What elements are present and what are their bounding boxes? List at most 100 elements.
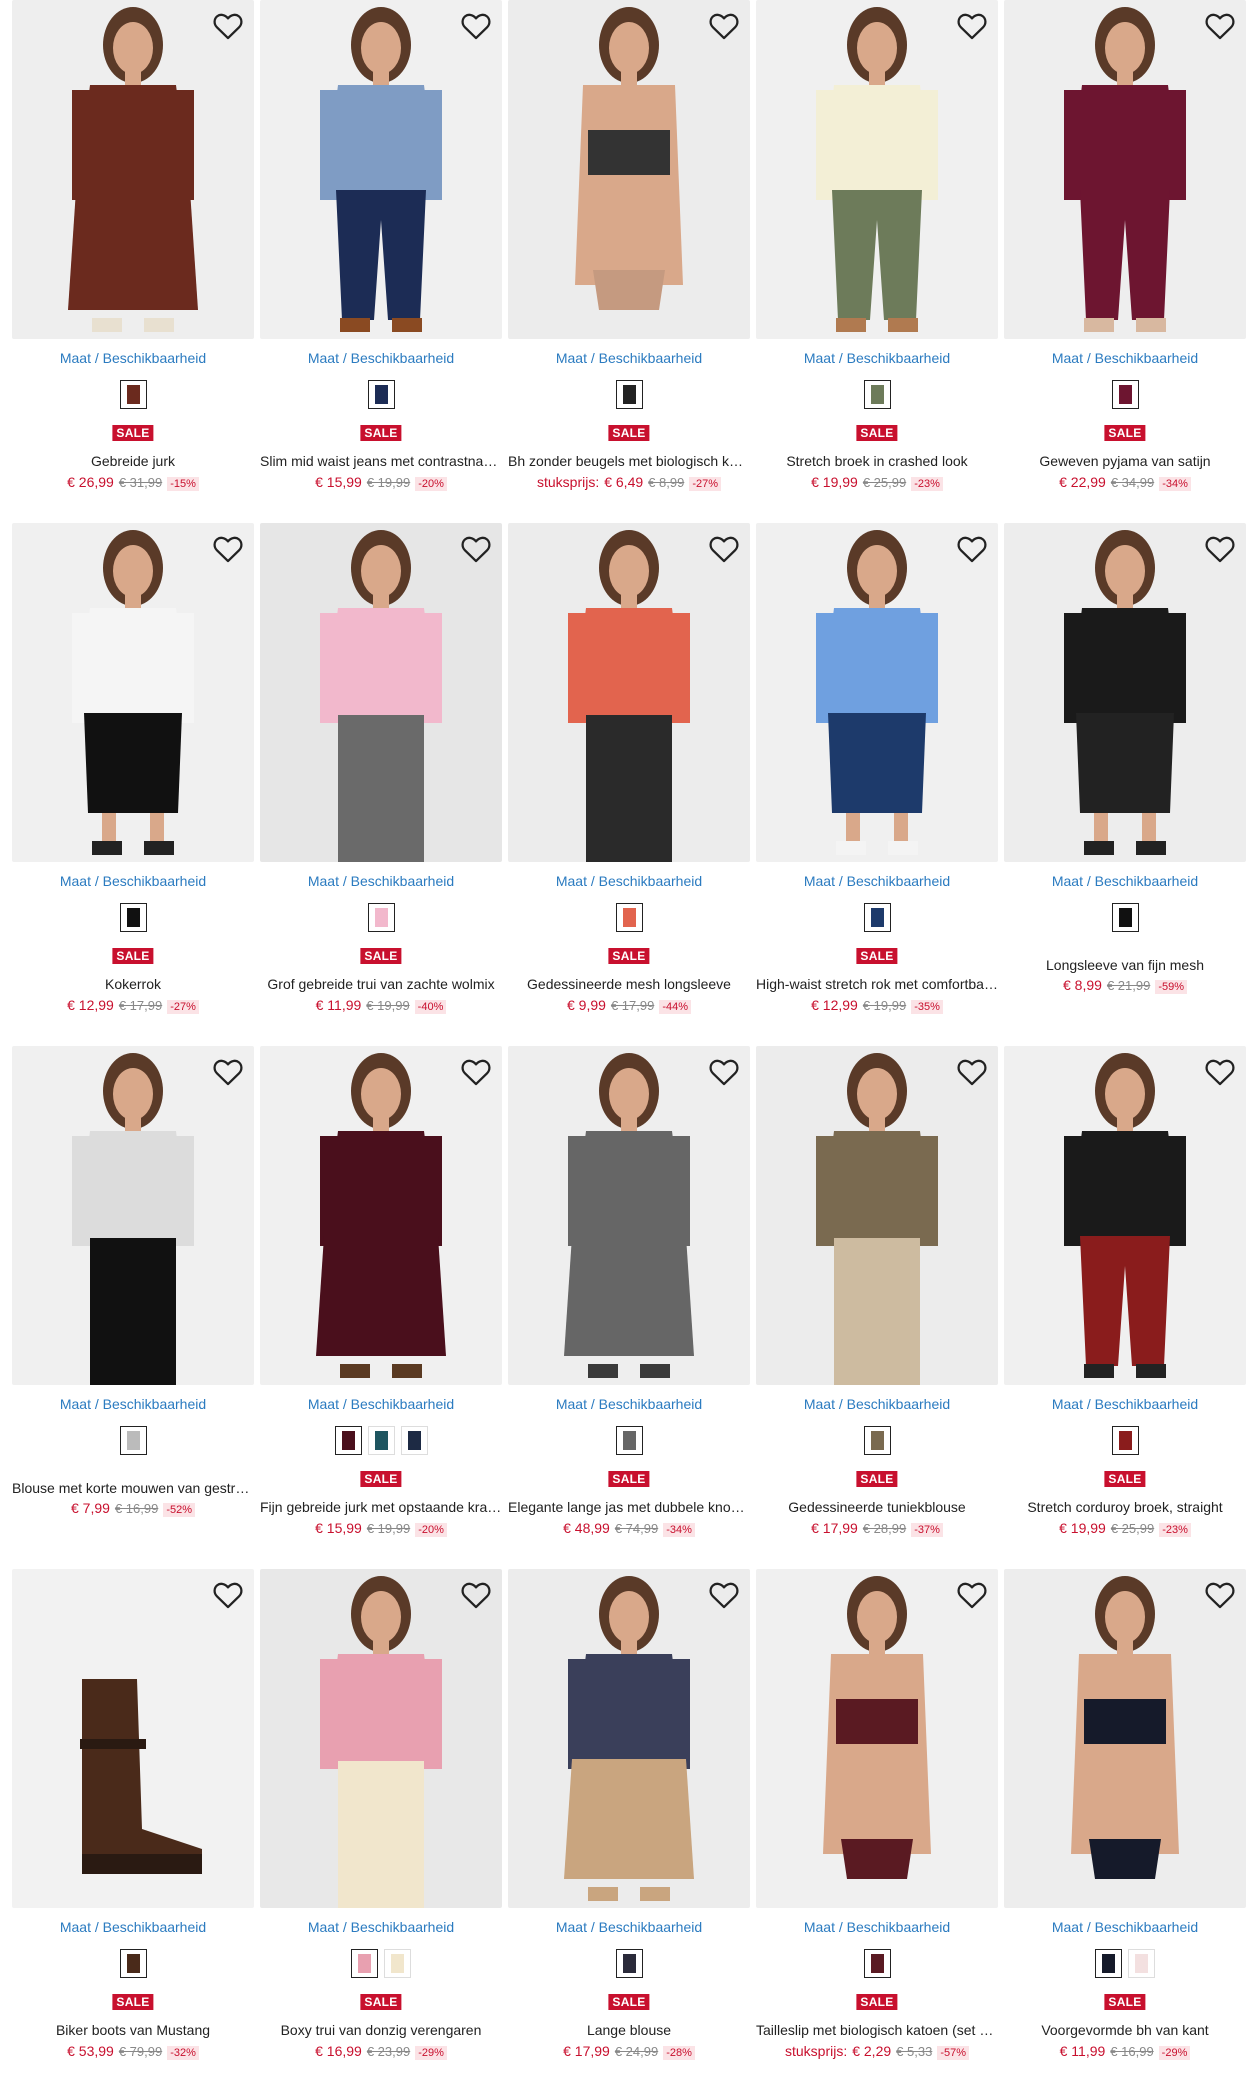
color-swatch[interactable]	[367, 380, 395, 409]
product-card[interactable]: Maat / Beschikbaarheid Longsleeve van fij…	[1004, 523, 1246, 1038]
product-card[interactable]: Maat / Beschikbaarheid SALE Voorgevormde b…	[1004, 1569, 1246, 2084]
product-image[interactable]	[508, 1046, 750, 1385]
color-swatch[interactable]	[119, 1949, 147, 1978]
product-image[interactable]	[1004, 523, 1246, 862]
size-availability-link[interactable]: Maat / Beschikbaarheid	[12, 1396, 254, 1412]
product-title[interactable]: Longsleeve van fijn mesh	[1004, 957, 1246, 973]
product-title[interactable]: Biker boots van Mustang	[12, 2022, 254, 2038]
product-image[interactable]	[508, 523, 750, 862]
color-swatch[interactable]	[119, 1426, 147, 1455]
color-swatch[interactable]	[1111, 380, 1139, 409]
product-image[interactable]	[756, 0, 998, 339]
product-card[interactable]: Maat / Beschikbaarheid SALE High-waist str…	[756, 523, 998, 1038]
product-title[interactable]: Lange blouse	[508, 2022, 750, 2038]
color-swatch[interactable]	[1128, 1949, 1155, 1978]
product-card[interactable]: Maat / Beschikbaarheid SALE Gedessineerde …	[508, 523, 750, 1038]
size-availability-link[interactable]: Maat / Beschikbaarheid	[12, 1919, 254, 1935]
size-availability-link[interactable]: Maat / Beschikbaarheid	[756, 1919, 998, 1935]
size-availability-link[interactable]: Maat / Beschikbaarheid	[756, 350, 998, 366]
size-availability-link[interactable]: Maat / Beschikbaarheid	[260, 1919, 502, 1935]
wishlist-heart-icon[interactable]	[707, 1578, 741, 1612]
product-card[interactable]: Maat / Beschikbaarheid SALE Grof gebreide …	[260, 523, 502, 1038]
color-swatch[interactable]	[615, 1426, 643, 1455]
wishlist-heart-icon[interactable]	[459, 532, 493, 566]
product-image[interactable]	[12, 1569, 254, 1908]
color-swatch[interactable]	[615, 380, 643, 409]
product-image[interactable]	[1004, 1569, 1246, 1908]
color-swatch[interactable]	[1111, 903, 1139, 932]
color-swatch[interactable]	[1111, 1426, 1139, 1455]
wishlist-heart-icon[interactable]	[955, 1055, 989, 1089]
color-swatch[interactable]	[863, 903, 891, 932]
size-availability-link[interactable]: Maat / Beschikbaarheid	[508, 1396, 750, 1412]
product-card[interactable]: Maat / Beschikbaarheid SALE Boxy trui van …	[260, 1569, 502, 2084]
size-availability-link[interactable]: Maat / Beschikbaarheid	[756, 1396, 998, 1412]
size-availability-link[interactable]: Maat / Beschikbaarheid	[260, 350, 502, 366]
size-availability-link[interactable]: Maat / Beschikbaarheid	[508, 873, 750, 889]
product-card[interactable]: Maat / Beschikbaarheid SALE Lange blouse € …	[508, 1569, 750, 2084]
color-swatch[interactable]	[615, 903, 643, 932]
product-card[interactable]: Maat / Beschikbaarheid SALE Bh zonder beug…	[508, 0, 750, 515]
wishlist-heart-icon[interactable]	[955, 1578, 989, 1612]
product-image[interactable]	[12, 523, 254, 862]
product-card[interactable]: Maat / Beschikbaarheid SALE Kokerrok € 12,9…	[12, 523, 254, 1038]
product-title[interactable]: Voorgevormde bh van kant	[1004, 2022, 1246, 2038]
product-card[interactable]: Maat / Beschikbaarheid SALE Elegante lange…	[508, 1046, 750, 1561]
wishlist-heart-icon[interactable]	[211, 532, 245, 566]
product-card[interactable]: Maat / Beschikbaarheid SALE Geweven pyjama…	[1004, 0, 1246, 515]
product-image[interactable]	[756, 1046, 998, 1385]
product-image[interactable]	[12, 0, 254, 339]
wishlist-heart-icon[interactable]	[955, 9, 989, 43]
product-card[interactable]: Maat / Beschikbaarheid Blouse met korte m…	[12, 1046, 254, 1561]
color-swatch[interactable]	[384, 1949, 411, 1978]
wishlist-heart-icon[interactable]	[707, 532, 741, 566]
product-title[interactable]: Elegante lange jas met dubbele knopenrij	[508, 1499, 750, 1515]
product-title[interactable]: Gebreide jurk	[12, 453, 254, 469]
size-availability-link[interactable]: Maat / Beschikbaarheid	[260, 873, 502, 889]
product-image[interactable]	[260, 0, 502, 339]
color-swatch[interactable]	[863, 1426, 891, 1455]
wishlist-heart-icon[interactable]	[211, 9, 245, 43]
product-title[interactable]: Grof gebreide trui van zachte wolmix	[260, 976, 502, 992]
wishlist-heart-icon[interactable]	[707, 1055, 741, 1089]
size-availability-link[interactable]: Maat / Beschikbaarheid	[756, 873, 998, 889]
product-image[interactable]	[260, 1569, 502, 1908]
product-image[interactable]	[508, 0, 750, 339]
product-title[interactable]: Stretch corduroy broek, straight	[1004, 1499, 1246, 1515]
wishlist-heart-icon[interactable]	[1203, 9, 1237, 43]
size-availability-link[interactable]: Maat / Beschikbaarheid	[508, 1919, 750, 1935]
color-swatch[interactable]	[367, 1426, 395, 1455]
wishlist-heart-icon[interactable]	[955, 532, 989, 566]
product-card[interactable]: Maat / Beschikbaarheid SALE Gedessineerde …	[756, 1046, 998, 1561]
wishlist-heart-icon[interactable]	[1203, 1578, 1237, 1612]
color-swatch[interactable]	[334, 1426, 362, 1455]
product-title[interactable]: Kokerrok	[12, 976, 254, 992]
size-availability-link[interactable]: Maat / Beschikbaarheid	[1004, 1919, 1246, 1935]
product-card[interactable]: Maat / Beschikbaarheid SALE Stretch broek …	[756, 0, 998, 515]
product-title[interactable]: High-waist stretch rok met comfortband	[756, 976, 998, 992]
product-title[interactable]: Blouse met korte mouwen van gestreept ma…	[12, 1480, 254, 1496]
product-image[interactable]	[260, 1046, 502, 1385]
product-image[interactable]	[756, 523, 998, 862]
size-availability-link[interactable]: Maat / Beschikbaarheid	[1004, 1396, 1246, 1412]
product-title[interactable]: Gedessineerde mesh longsleeve	[508, 976, 750, 992]
wishlist-heart-icon[interactable]	[459, 1055, 493, 1089]
wishlist-heart-icon[interactable]	[459, 9, 493, 43]
wishlist-heart-icon[interactable]	[211, 1055, 245, 1089]
size-availability-link[interactable]: Maat / Beschikbaarheid	[12, 350, 254, 366]
product-title[interactable]: Stretch broek in crashed look	[756, 453, 998, 469]
product-title[interactable]: Fijn gebreide jurk met opstaande kraag	[260, 1499, 502, 1515]
color-swatch[interactable]	[863, 380, 891, 409]
product-title[interactable]: Gedessineerde tuniekblouse	[756, 1499, 998, 1515]
product-title[interactable]: Bh zonder beugels met biologisch katoen	[508, 453, 750, 469]
size-availability-link[interactable]: Maat / Beschikbaarheid	[12, 873, 254, 889]
product-card[interactable]: Maat / Beschikbaarheid SALE Stretch cordur…	[1004, 1046, 1246, 1561]
wishlist-heart-icon[interactable]	[1203, 532, 1237, 566]
product-card[interactable]: Maat / Beschikbaarheid SALE Tailleslip met…	[756, 1569, 998, 2084]
product-card[interactable]: Maat / Beschikbaarheid SALE Slim mid waist…	[260, 0, 502, 515]
product-image[interactable]	[756, 1569, 998, 1908]
product-image[interactable]	[508, 1569, 750, 1908]
product-image[interactable]	[12, 1046, 254, 1385]
color-swatch[interactable]	[615, 1949, 643, 1978]
product-card[interactable]: Maat / Beschikbaarheid SALE Biker boots va…	[12, 1569, 254, 2084]
